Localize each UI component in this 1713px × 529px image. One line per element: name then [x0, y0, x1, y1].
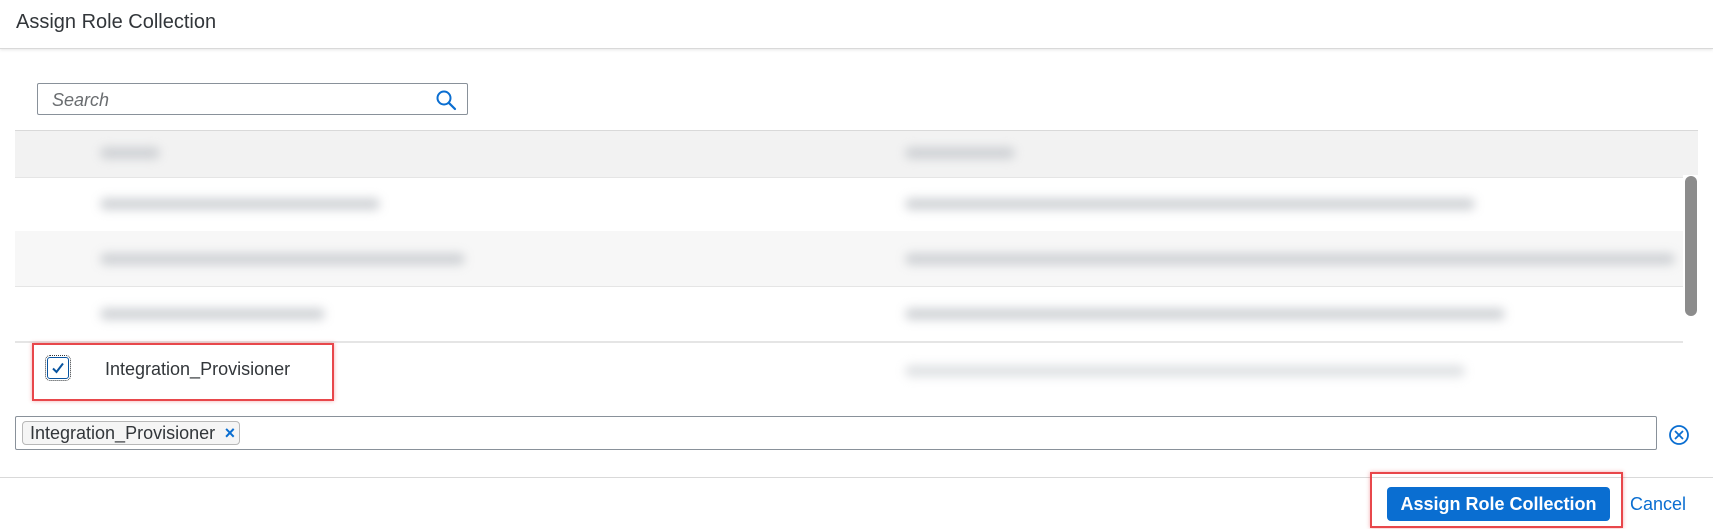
blurred-cell	[100, 253, 465, 265]
highlight-box-role	[32, 343, 334, 401]
dialog-title: Assign Role Collection	[16, 11, 217, 33]
search-icon[interactable]	[435, 89, 457, 111]
blurred-cell	[905, 253, 1675, 265]
blurred-cell	[905, 308, 1505, 320]
dialog-header: Assign Role Collection	[0, 0, 1713, 49]
token-label: Integration_Provisioner	[30, 423, 216, 443]
blurred-cell	[905, 365, 1465, 377]
table-row[interactable]	[15, 231, 1683, 287]
highlight-box-assign	[1370, 472, 1623, 528]
clear-circle-icon[interactable]	[1668, 424, 1690, 446]
blurred-cell	[100, 308, 325, 320]
table-row[interactable]	[15, 286, 1683, 342]
selected-tokens-input[interactable]: Integration_Provisioner ×	[15, 416, 1657, 450]
cancel-button[interactable]: Cancel	[1630, 494, 1686, 515]
blurred-cell	[905, 198, 1475, 210]
blurred-column-header	[100, 147, 160, 159]
search-placeholder: Search	[52, 90, 110, 110]
table-header	[15, 130, 1698, 178]
close-icon[interactable]: ×	[225, 422, 236, 444]
scrollbar-thumb[interactable]	[1685, 176, 1697, 316]
blurred-column-header	[905, 147, 1015, 159]
blurred-cell	[100, 198, 380, 210]
table-row[interactable]	[15, 176, 1683, 232]
search-field[interactable]: Search	[37, 83, 468, 115]
token[interactable]: Integration_Provisioner ×	[22, 421, 241, 445]
